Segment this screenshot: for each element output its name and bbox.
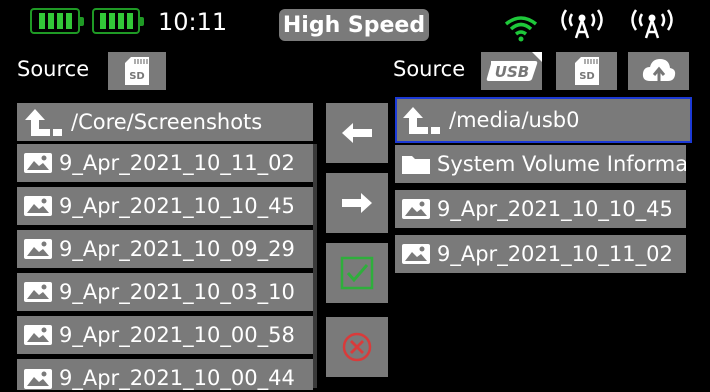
folder-up-icon — [25, 109, 62, 136]
sd-label: SD — [579, 71, 595, 82]
antenna-icon — [561, 9, 603, 39]
arrow-right-icon — [342, 193, 372, 213]
file-name: 9_Apr_2021_10_00_58 — [59, 323, 295, 347]
left-file-row[interactable]: 9_Apr_2021_10_11_02 — [17, 144, 313, 182]
file-name: 9_Apr_2021_10_03_10 — [59, 280, 295, 304]
entry-name: 9_Apr_2021_10_10_45 — [437, 197, 673, 221]
cloud-upload-icon — [642, 59, 675, 83]
left-file-row[interactable]: 9_Apr_2021_10_03_10 — [17, 273, 313, 311]
right-source-sd-button[interactable]: SD — [556, 52, 617, 90]
left-file-row[interactable]: 9_Apr_2021_10_09_29 — [17, 230, 313, 268]
wifi-icon — [504, 16, 538, 42]
cancel-button[interactable] — [326, 317, 388, 377]
file-name: 9_Apr_2021_10_10_45 — [59, 194, 295, 218]
cancel-icon — [342, 332, 372, 362]
image-file-icon — [24, 369, 52, 389]
left-file-row[interactable]: 9_Apr_2021_10_00_44 — [17, 359, 313, 390]
usb-label: USB — [494, 63, 528, 81]
left-scrollbar[interactable] — [313, 144, 317, 388]
left-file-row[interactable]: 9_Apr_2021_10_00_58 — [17, 316, 313, 354]
folder-icon — [402, 156, 430, 174]
checkbox-icon — [340, 256, 374, 290]
battery-icon — [30, 8, 84, 34]
image-file-icon — [402, 199, 430, 219]
sd-card-icon: SD — [125, 57, 149, 85]
entry-name: 9_Apr_2021_10_11_02 — [437, 242, 673, 266]
sd-label: SD — [129, 71, 145, 82]
cloud-upload-button[interactable] — [628, 52, 689, 90]
left-path: /Core/Screenshots — [71, 110, 263, 134]
right-source-label: Source — [393, 57, 466, 81]
right-path: /media/usb0 — [449, 108, 580, 132]
copy-right-button[interactable] — [326, 173, 388, 233]
left-file-row[interactable]: 9_Apr_2021_10_10_45 — [17, 187, 313, 225]
selected-corner-marker — [532, 52, 542, 62]
arrow-left-icon — [342, 123, 372, 143]
usb-icon: USB — [486, 61, 537, 81]
image-file-icon — [24, 196, 52, 216]
left-source-sd-button[interactable]: SD — [108, 52, 166, 90]
copy-left-button[interactable] — [326, 103, 388, 163]
left-source-label: Source — [17, 57, 90, 81]
battery-icon — [92, 8, 144, 34]
right-file-row[interactable]: 9_Apr_2021_10_10_45 — [395, 190, 686, 228]
image-file-icon — [24, 325, 52, 345]
sd-card-icon: SD — [574, 57, 599, 85]
file-name: 9_Apr_2021_10_00_44 — [59, 366, 295, 390]
image-file-icon — [24, 282, 52, 302]
right-file-row[interactable]: 9_Apr_2021_10_11_02 — [395, 235, 686, 273]
image-file-icon — [24, 153, 52, 173]
mode-badge[interactable]: High Speed — [279, 9, 429, 41]
entry-name: System Volume Information — [437, 152, 686, 176]
antenna-icon — [631, 9, 673, 39]
right-path-bar[interactable]: /media/usb0 — [395, 97, 692, 143]
right-source-usb-button[interactable]: USB — [481, 52, 542, 90]
left-path-bar[interactable]: /Core/Screenshots — [17, 103, 313, 141]
file-name: 9_Apr_2021_10_11_02 — [59, 151, 295, 175]
clock: 10:11 — [158, 8, 228, 36]
image-file-icon — [24, 239, 52, 259]
file-name: 9_Apr_2021_10_09_29 — [59, 237, 295, 261]
folder-up-icon — [403, 107, 440, 134]
right-folder-row[interactable]: System Volume Information — [395, 145, 686, 183]
confirm-button[interactable] — [326, 243, 388, 303]
image-file-icon — [402, 244, 430, 264]
